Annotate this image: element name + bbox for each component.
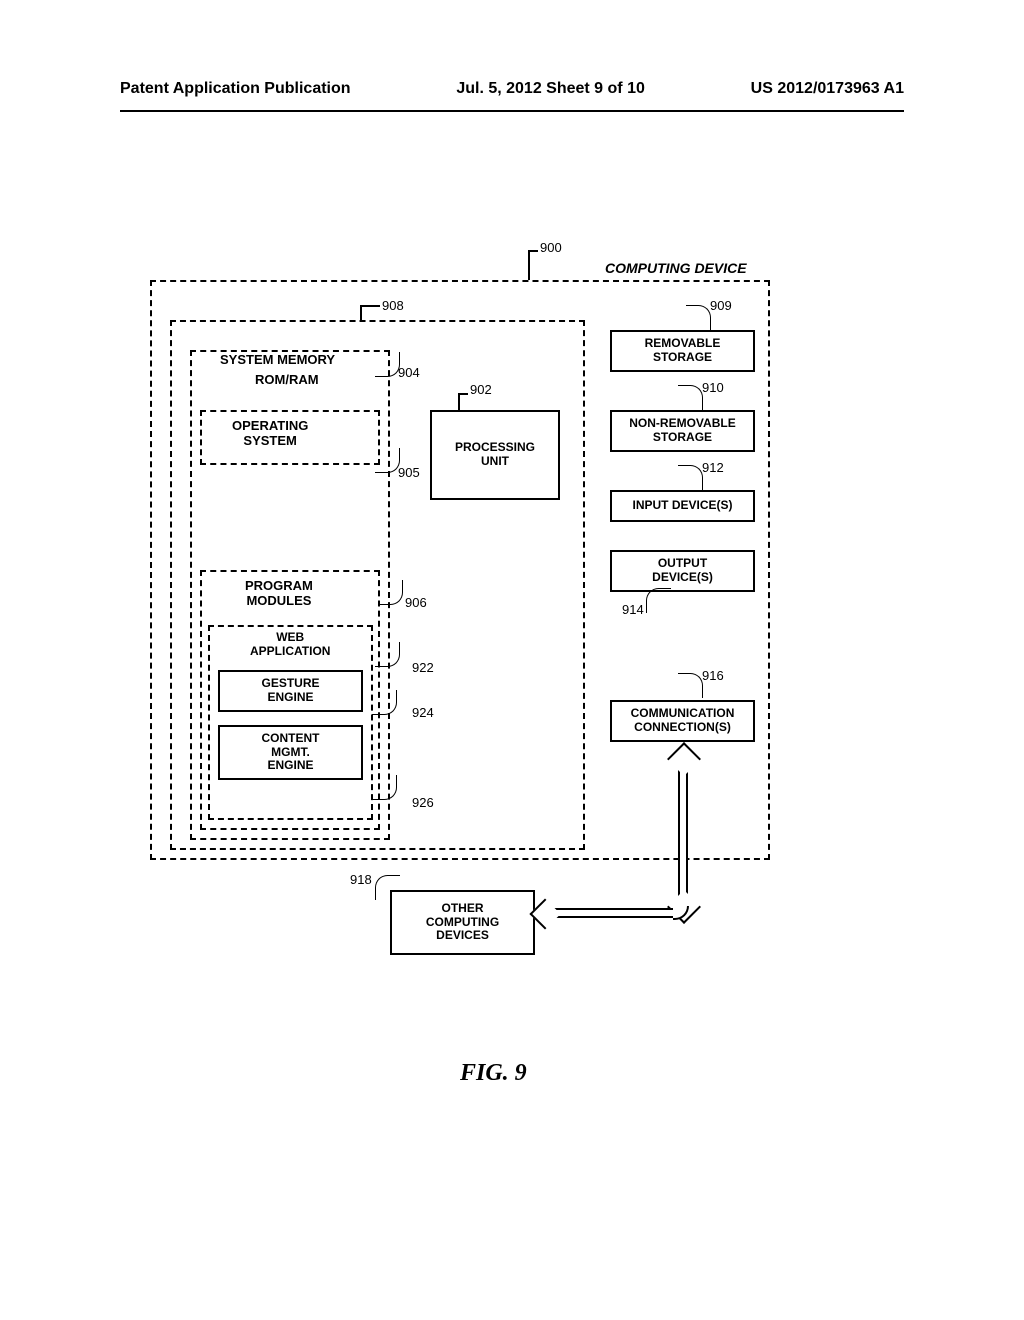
- removable-storage-box: REMOVABLE STORAGE: [610, 330, 755, 372]
- input-devices-box: INPUT DEVICE(S): [610, 490, 755, 522]
- ref-916: 916: [702, 668, 724, 683]
- operating-system-label: OPERATING SYSTEM: [232, 418, 308, 448]
- leader: [458, 393, 468, 395]
- leader: [360, 305, 362, 320]
- computing-device-label: COMPUTING DEVICE: [605, 260, 747, 276]
- leader: [458, 395, 460, 410]
- ref-905: 905: [398, 465, 420, 480]
- leader: [678, 465, 703, 490]
- program-modules-label: PROGRAM MODULES: [245, 578, 313, 608]
- ref-906: 906: [405, 595, 427, 610]
- gesture-engine-box: GESTURE ENGINE: [218, 670, 363, 712]
- communication-box: COMMUNICATION CONNECTION(S): [610, 700, 755, 742]
- other-devices-box: OTHER COMPUTING DEVICES: [390, 890, 535, 955]
- leader: [372, 775, 397, 800]
- leader: [375, 448, 400, 473]
- page-header: Patent Application Publication Jul. 5, 2…: [0, 80, 1024, 98]
- leader: [360, 305, 380, 307]
- leader: [375, 875, 400, 900]
- output-devices-box: OUTPUT DEVICE(S): [610, 550, 755, 592]
- header-rule: [120, 110, 904, 112]
- ref-922: 922: [412, 660, 434, 675]
- ref-909: 909: [710, 298, 732, 313]
- leader: [646, 588, 671, 613]
- processing-unit-box: PROCESSING UNIT: [430, 410, 560, 500]
- leader: [375, 352, 400, 377]
- leader: [678, 673, 703, 698]
- bus-arrow-horizontal: [545, 908, 675, 918]
- figure-caption: FIG. 9: [460, 1060, 527, 1087]
- header-center: Jul. 5, 2012 Sheet 9 of 10: [456, 80, 645, 98]
- content-engine-box: CONTENT MGMT. ENGINE: [218, 725, 363, 780]
- leader: [528, 252, 530, 280]
- ref-910: 910: [702, 380, 724, 395]
- leader: [375, 642, 400, 667]
- figure-canvas: 900 COMPUTING DEVICE 908 909 SYSTEM MEMO…: [150, 250, 770, 980]
- header-right: US 2012/0173963 A1: [751, 80, 904, 98]
- system-memory-label: SYSTEM MEMORY: [220, 352, 335, 367]
- leader: [686, 305, 711, 330]
- header-left: Patent Application Publication: [120, 80, 351, 98]
- ref-924: 924: [412, 705, 434, 720]
- leader: [528, 250, 538, 252]
- ref-918: 918: [350, 872, 372, 887]
- ref-908: 908: [382, 298, 404, 313]
- leader: [678, 385, 703, 410]
- ref-914: 914: [622, 602, 644, 617]
- bus-arrow-vertical: [678, 758, 688, 908]
- ref-904: 904: [398, 365, 420, 380]
- web-application-label: WEB APPLICATION: [250, 630, 330, 658]
- leader: [372, 690, 397, 715]
- leader: [378, 580, 403, 605]
- rom-ram-label: ROM/RAM: [255, 372, 319, 387]
- ref-900: 900: [540, 240, 562, 255]
- ref-912: 912: [702, 460, 724, 475]
- ref-926: 926: [412, 795, 434, 810]
- ref-902: 902: [470, 382, 492, 397]
- nonremovable-storage-box: NON-REMOVABLE STORAGE: [610, 410, 755, 452]
